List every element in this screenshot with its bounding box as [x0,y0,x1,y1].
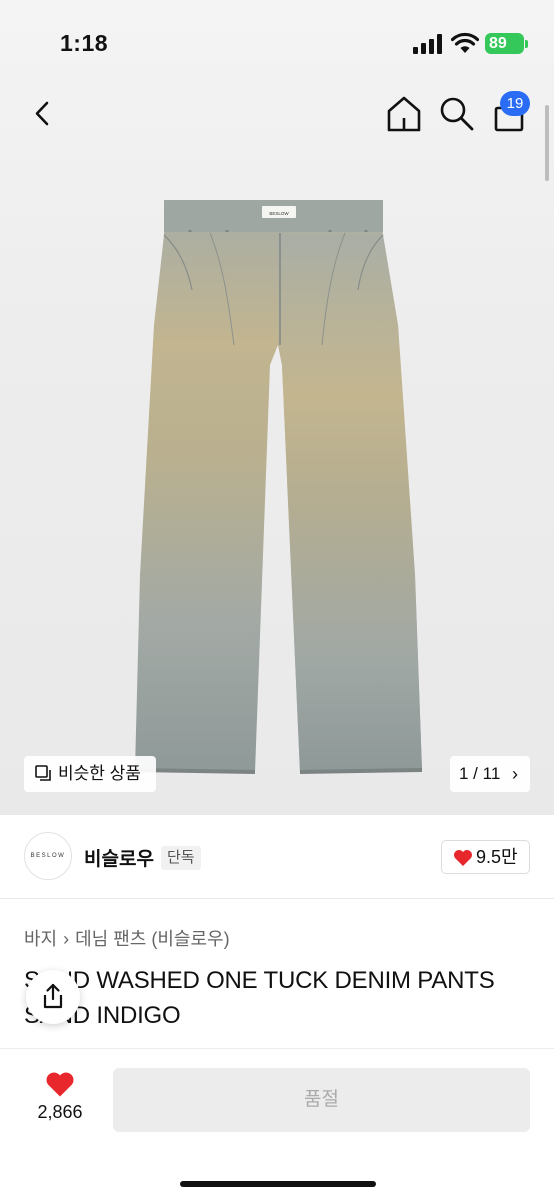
home-indicator [180,1181,376,1187]
heart-icon [46,1072,74,1097]
chevron-right-icon: › [512,764,518,784]
waist-label-text: BESLOW [269,211,289,216]
shop-logo[interactable]: BESLOW [24,832,72,880]
share-button[interactable] [26,970,80,1024]
image-counter: 1 / 11 [459,764,501,783]
signal-icon [413,34,442,54]
share-icon [43,983,63,1009]
breadcrumb: 바지 › 데님 팬츠 (비슬로우) [24,925,230,951]
shop-like-button[interactable]: 9.5만 [441,840,530,874]
back-button[interactable] [24,94,64,134]
scroll-indicator [545,105,549,181]
search-button[interactable] [437,94,477,134]
battery-level: 89 [489,35,507,52]
top-nav [0,86,554,142]
battery-cap [525,40,528,48]
home-icon [387,96,421,132]
search-icon [440,97,474,131]
product-title: SAND WASHED ONE TUCK DENIM PANTS SAND IN… [24,967,495,1029]
home-button[interactable] [384,94,424,134]
copy-icon [35,765,51,781]
exclusive-badge: 단독 [161,846,201,870]
status-bar: 1:18 89 [0,0,554,86]
sold-out-button[interactable]: 품절 [113,1068,530,1132]
breadcrumb-category[interactable]: 바지 [24,929,57,949]
product-image[interactable]: BESLOW [130,195,425,780]
breadcrumb-subcategory[interactable]: 데님 팬츠 (비슬로우) [75,929,229,949]
wishlist-button[interactable]: 2,866 [30,1071,90,1123]
heart-icon [454,850,472,866]
similar-products-label: 비슷한 상품 [58,764,141,783]
status-time: 1:18 [60,30,109,56]
wifi-icon [451,32,479,53]
image-counter-button[interactable]: 1 / 11 › [450,756,530,792]
similar-products-button[interactable]: 비슷한 상품 [24,756,156,792]
bottom-action-bar: 2,866 품절 [0,1048,554,1200]
breadcrumb-separator-icon: › [63,929,70,949]
shop-name[interactable]: 비슬로우 [84,844,154,871]
battery-indicator: 89 [485,33,524,54]
shop-like-count: 9.5만 [476,847,518,867]
wishlist-count: 2,866 [37,1102,83,1122]
chevron-left-icon [35,101,49,126]
cart-count-badge: 19 [500,91,530,116]
shop-row[interactable]: BESLOW 비슬로우 단독 9.5만 [0,815,554,899]
